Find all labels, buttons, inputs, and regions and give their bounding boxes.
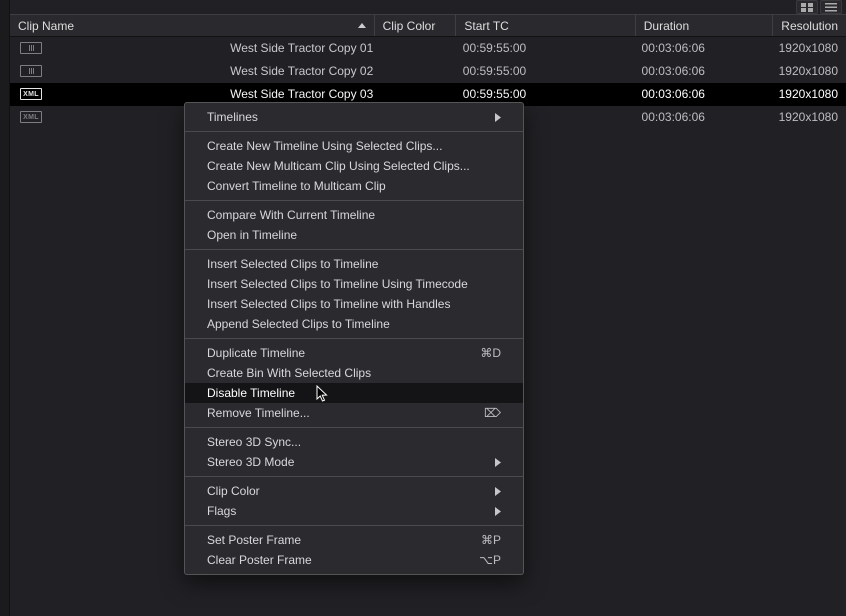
menu-label: Remove Timeline... [207,406,310,420]
clip-resolution: 1920x1080 [771,110,846,124]
menu-label: Open in Timeline [207,228,297,242]
context-menu: Timelines Create New Timeline Using Sele… [184,102,524,575]
header-resolution[interactable]: Resolution [773,15,846,36]
menu-separator [185,131,523,132]
menu-label: Stereo 3D Sync... [207,435,301,449]
menu-create-timeline[interactable]: Create New Timeline Using Selected Clips… [185,136,523,156]
menu-label: Clip Color [207,484,260,498]
menu-shortcut: ⌥P [479,553,501,567]
menu-label: Set Poster Frame [207,533,301,547]
menu-shortcut: ⌘P [481,533,501,547]
clip-resolution: 1920x1080 [771,87,846,101]
menu-timelines[interactable]: Timelines [185,107,523,127]
menu-separator [185,338,523,339]
menu-label: Append Selected Clips to Timeline [207,317,390,331]
menu-remove[interactable]: Remove Timeline... ⌦ [185,403,523,423]
header-clip-name[interactable]: Clip Name [10,15,375,36]
clip-start-tc: 00:59:55:00 [455,87,634,101]
clip-resolution: 1920x1080 [771,64,846,78]
clip-duration: 00:03:06:06 [634,110,771,124]
menu-clip-color[interactable]: Clip Color [185,481,523,501]
menu-clear-poster[interactable]: Clear Poster Frame ⌥P [185,550,523,570]
menu-insert-tc[interactable]: Insert Selected Clips to Timeline Using … [185,274,523,294]
clip-icon [20,65,42,77]
clip-start-tc: 00:59:55:00 [455,64,634,78]
left-gutter [0,0,10,616]
menu-set-poster[interactable]: Set Poster Frame ⌘P [185,530,523,550]
menu-label: Flags [207,504,236,518]
menu-separator [185,427,523,428]
sort-ascending-icon [358,23,366,28]
table-header: Clip Name Clip Color Start TC Duration R… [10,14,846,37]
menu-disable-timeline[interactable]: Disable Timeline [185,383,523,403]
menu-label: Clear Poster Frame [207,553,312,567]
menu-label: Create New Timeline Using Selected Clips… [207,139,442,153]
grid-icon [801,3,813,12]
menu-separator [185,525,523,526]
clip-name: West Side Tractor Copy 02 [230,64,373,78]
menu-duplicate[interactable]: Duplicate Timeline ⌘D [185,343,523,363]
menu-compare[interactable]: Compare With Current Timeline [185,205,523,225]
clip-icon [20,42,42,54]
menu-label: Insert Selected Clips to Timeline Using … [207,277,468,291]
chevron-right-icon [495,487,501,496]
menu-label: Insert Selected Clips to Timeline with H… [207,297,450,311]
menu-insert[interactable]: Insert Selected Clips to Timeline [185,254,523,274]
menu-convert-multicam[interactable]: Convert Timeline to Multicam Clip [185,176,523,196]
tag-icon: ⌦ [484,406,501,420]
menu-open[interactable]: Open in Timeline [185,225,523,245]
header-duration[interactable]: Duration [636,15,774,36]
list-icon [825,3,837,12]
menu-label: Create New Multicam Clip Using Selected … [207,159,470,173]
menu-append[interactable]: Append Selected Clips to Timeline [185,314,523,334]
menu-label: Duplicate Timeline [207,346,305,360]
header-start-tc[interactable]: Start TC [456,15,635,36]
menu-label: Compare With Current Timeline [207,208,375,222]
menu-label: Insert Selected Clips to Timeline [207,257,378,271]
menu-insert-handles[interactable]: Insert Selected Clips to Timeline with H… [185,294,523,314]
menu-shortcut: ⌘D [480,346,501,360]
chevron-right-icon [495,458,501,467]
menu-label: Stereo 3D Mode [207,455,294,469]
header-clip-name-label: Clip Name [18,19,74,33]
menu-create-multicam[interactable]: Create New Multicam Clip Using Selected … [185,156,523,176]
header-start-tc-label: Start TC [464,19,508,33]
chevron-right-icon [495,507,501,516]
table-row[interactable]: West Side Tractor Copy 02 00:59:55:00 00… [10,60,846,83]
clip-duration: 00:03:06:06 [634,41,771,55]
clip-duration: 00:03:06:06 [634,64,771,78]
menu-create-bin[interactable]: Create Bin With Selected Clips [185,363,523,383]
menu-separator [185,200,523,201]
clip-name: West Side Tractor Copy 01 [230,41,373,55]
xml-icon: XML [20,111,42,123]
chevron-right-icon [495,113,501,122]
table-row[interactable]: West Side Tractor Copy 01 00:59:55:00 00… [10,37,846,60]
clip-start-tc: 00:59:55:00 [455,41,634,55]
clip-name: West Side Tractor Copy 03 [230,87,373,101]
menu-label: Disable Timeline [207,386,295,400]
header-duration-label: Duration [644,19,689,33]
menu-flags[interactable]: Flags [185,501,523,521]
menu-label: Timelines [207,110,258,124]
menu-label: Create Bin With Selected Clips [207,366,371,380]
header-clip-color[interactable]: Clip Color [375,15,457,36]
view-toolbar [796,0,842,14]
menu-separator [185,249,523,250]
header-resolution-label: Resolution [781,19,838,33]
menu-label: Convert Timeline to Multicam Clip [207,179,386,193]
clip-resolution: 1920x1080 [771,41,846,55]
view-list-button[interactable] [820,0,842,14]
view-thumbnails-button[interactable] [796,0,818,14]
clip-duration: 00:03:06:06 [634,87,771,101]
menu-stereo-sync[interactable]: Stereo 3D Sync... [185,432,523,452]
menu-separator [185,476,523,477]
header-clip-color-label: Clip Color [383,19,436,33]
xml-icon: XML [20,88,42,100]
menu-stereo-mode[interactable]: Stereo 3D Mode [185,452,523,472]
